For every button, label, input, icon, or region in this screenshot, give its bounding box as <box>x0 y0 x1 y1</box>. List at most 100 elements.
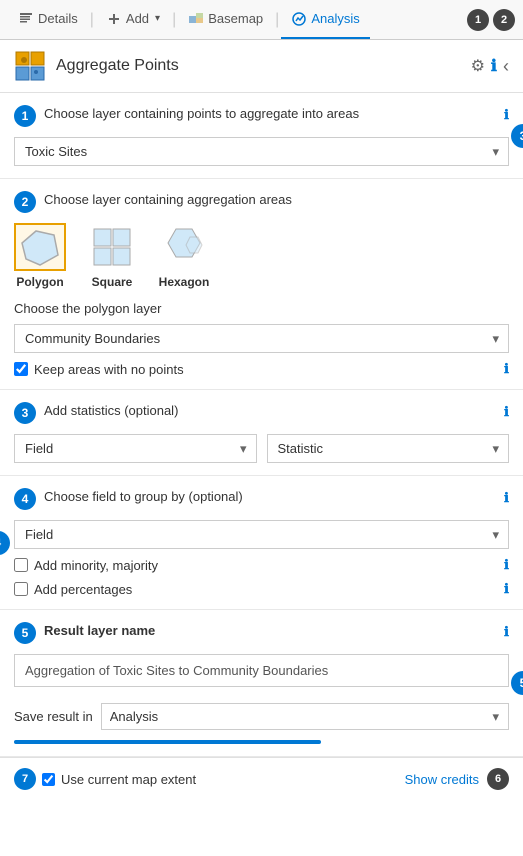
nav-badge-1[interactable]: 1 <box>467 9 489 31</box>
main-panel: Aggregate Points ⚙ ℹ ‹ 1 Choose layer co… <box>0 40 523 800</box>
right-badge-6[interactable]: 6 <box>487 768 509 790</box>
step3-badge: 3 <box>14 402 36 424</box>
step1-info-icon[interactable]: ℹ <box>504 107 509 123</box>
step4-section: 4 4 Choose field to group by (optional) … <box>0 476 523 610</box>
aggregate-points-icon <box>14 50 46 82</box>
save-result-row: Save result in Analysis <box>14 703 509 730</box>
add-arrow-icon: ▾ <box>155 13 160 24</box>
shape-options: Polygon Square <box>14 223 509 289</box>
show-credits-link[interactable]: Show credits <box>405 772 479 787</box>
right-badge-3[interactable]: 3 <box>511 124 523 148</box>
field-dropdown[interactable]: Field <box>14 434 257 463</box>
nav-basemap[interactable]: Basemap <box>178 0 273 39</box>
details-icon <box>18 11 34 27</box>
step1-section: 1 Choose layer containing points to aggr… <box>0 93 523 179</box>
nav-details-label: Details <box>38 11 78 26</box>
step2-header: 2 Choose layer containing aggregation ar… <box>14 191 509 213</box>
right-badge-5[interactable]: 5 <box>511 671 523 695</box>
step5-title: Result layer name <box>44 622 496 640</box>
bottom-bar: 7 Use current map extent Show credits 6 <box>0 757 523 800</box>
use-extent-label: Use current map extent <box>61 772 196 787</box>
step5-header: 5 Result layer name ℹ 5 <box>14 622 509 644</box>
save-result-dropdown-wrapper: Analysis <box>101 703 509 730</box>
step3-dropdowns: Field Statistic <box>14 434 509 463</box>
step2-section: 2 Choose layer containing aggregation ar… <box>0 179 523 390</box>
step1-layer-dropdown-wrapper: Toxic Sites <box>14 137 509 166</box>
square-label: Square <box>92 275 133 289</box>
step5-info-icon[interactable]: ℹ <box>504 624 509 640</box>
step2-area-dropdown-wrapper: Community Boundaries <box>14 324 509 353</box>
step4-field-dropdown[interactable]: Field <box>14 520 509 549</box>
polygon-label: Polygon <box>16 275 63 289</box>
step1-header: 1 Choose layer containing points to aggr… <box>14 105 509 127</box>
keep-areas-label: Keep areas with no points <box>34 362 184 377</box>
header-info-icon[interactable]: ℹ <box>491 56 497 76</box>
step3-title: Add statistics (optional) <box>44 402 496 420</box>
step2-title: Choose layer containing aggregation area… <box>44 191 509 209</box>
step2-area-dropdown[interactable]: Community Boundaries <box>14 324 509 353</box>
step4-info-icon[interactable]: ℹ <box>504 490 509 506</box>
step1-badge: 1 <box>14 105 36 127</box>
minority-majority-row: Add minority, majority ℹ <box>14 557 509 573</box>
nav-badge-2[interactable]: 2 <box>493 9 515 31</box>
result-layer-name-input[interactable] <box>14 654 509 687</box>
percentages-checkbox[interactable] <box>14 582 28 596</box>
minority-majority-label: Add minority, majority <box>34 558 158 573</box>
keep-areas-info-icon[interactable]: ℹ <box>504 361 509 377</box>
step5-badge: 5 <box>14 622 36 644</box>
keep-areas-checkbox[interactable] <box>14 362 28 376</box>
minority-majority-checkbox[interactable] <box>14 558 28 572</box>
nav-basemap-label: Basemap <box>208 11 263 26</box>
use-extent-row: 7 Use current map extent <box>14 768 196 790</box>
nav-add[interactable]: Add ▾ <box>96 0 170 39</box>
step3-header: 3 Add statistics (optional) ℹ <box>14 402 509 424</box>
shape-polygon[interactable]: Polygon <box>14 223 66 289</box>
statistic-dropdown-wrapper: Statistic <box>267 434 510 463</box>
step2-badge: 2 <box>14 191 36 213</box>
bottom-right: Show credits 6 <box>405 768 509 790</box>
square-icon-wrap <box>86 223 138 271</box>
percentages-info-icon[interactable]: ℹ <box>504 581 509 597</box>
polygon-sublabel: Choose the polygon layer <box>14 301 509 316</box>
shape-square[interactable]: Square <box>86 223 138 289</box>
step3-info-icon[interactable]: ℹ <box>504 404 509 420</box>
panel-title: Aggregate Points <box>56 57 471 75</box>
minority-majority-info-icon[interactable]: ℹ <box>504 557 509 573</box>
nav-divider-1: | <box>90 11 94 29</box>
back-icon[interactable]: ‹ <box>503 56 509 77</box>
field-dropdown-wrapper: Field <box>14 434 257 463</box>
hexagon-label: Hexagon <box>159 275 210 289</box>
percentages-row: Add percentages ℹ <box>14 581 509 597</box>
percentages-label: Add percentages <box>34 582 132 597</box>
nav-analysis-label: Analysis <box>311 11 359 26</box>
settings-icon[interactable]: ⚙ <box>471 56 485 76</box>
step1-title: Choose layer containing points to aggreg… <box>44 105 496 123</box>
step4-badge: 4 <box>14 488 36 510</box>
panel-header: Aggregate Points ⚙ ℹ ‹ <box>0 40 523 93</box>
save-result-label: Save result in <box>14 709 93 724</box>
step4-header: 4 Choose field to group by (optional) ℹ <box>14 488 509 510</box>
step1-layer-dropdown[interactable]: Toxic Sites <box>14 137 509 166</box>
analysis-icon <box>291 11 307 27</box>
step3-section: 3 Add statistics (optional) ℹ Field Stat… <box>0 390 523 476</box>
polygon-icon-wrap <box>14 223 66 271</box>
step5-section: 5 Result layer name ℹ 5 Save result in A… <box>0 610 523 757</box>
panel-header-actions: ⚙ ℹ ‹ <box>471 56 509 77</box>
nav-add-label: Add <box>126 11 149 26</box>
step4-title: Choose field to group by (optional) <box>44 488 496 506</box>
nav-divider-2: | <box>172 11 176 29</box>
use-extent-checkbox[interactable] <box>42 773 55 786</box>
save-result-dropdown[interactable]: Analysis <box>101 703 509 730</box>
nav-analysis[interactable]: Analysis <box>281 0 369 39</box>
progress-bar <box>14 740 321 744</box>
hexagon-icon-wrap <box>158 223 210 271</box>
keep-areas-row: Keep areas with no points ℹ <box>14 361 509 377</box>
statistic-dropdown[interactable]: Statistic <box>267 434 510 463</box>
nav-details[interactable]: Details <box>8 0 88 39</box>
nav-divider-3: | <box>275 11 279 29</box>
left-badge-4[interactable]: 4 <box>0 531 10 555</box>
add-icon <box>106 11 122 27</box>
shape-hexagon[interactable]: Hexagon <box>158 223 210 289</box>
bottom-badge-7[interactable]: 7 <box>14 768 36 790</box>
basemap-icon <box>188 11 204 27</box>
